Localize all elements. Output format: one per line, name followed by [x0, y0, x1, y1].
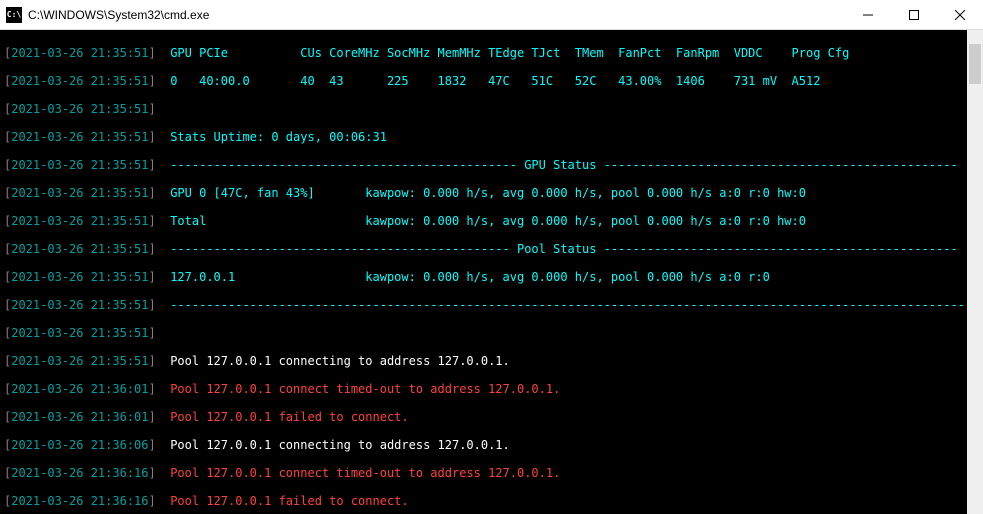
terminal-output: [2021-03-26 21:35:51] GPU PCIe CUs CoreM…	[0, 30, 967, 514]
window-titlebar: C:\ C:\WINDOWS\System32\cmd.exe	[0, 0, 983, 30]
scrollbar-thumb[interactable]	[969, 44, 981, 84]
terminal[interactable]: [2021-03-26 21:35:51] GPU PCIe CUs CoreM…	[0, 30, 983, 514]
maximize-button[interactable]	[891, 0, 937, 30]
close-button[interactable]	[937, 0, 983, 30]
window-title: C:\WINDOWS\System32\cmd.exe	[28, 8, 845, 22]
scrollbar[interactable]	[967, 30, 983, 514]
cmd-icon: C:\	[6, 7, 22, 23]
minimize-button[interactable]	[845, 0, 891, 30]
